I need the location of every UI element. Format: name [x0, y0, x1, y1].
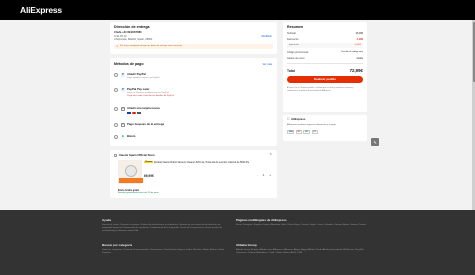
summary-row-label: Impuestos	[289, 44, 300, 46]
card-network-icon	[137, 111, 141, 114]
payment-option-paypal-later[interactable]: P PayPal Pay Later Paga en 3 plazos sin …	[110, 86, 277, 100]
payment-option-label: Añadir PayPal	[127, 72, 146, 76]
footer-multilingual-links[interactable]: Rusia, Portugués, España, Francia, Alema…	[236, 224, 366, 227]
summary-row-subtotal: Subtotal 46,99€	[283, 32, 367, 35]
mastercard-icon	[132, 111, 136, 114]
pci-badge-icon: PCI	[311, 129, 318, 134]
summary-title: Resumen	[287, 25, 304, 29]
payment-title: Métodos de pago	[114, 62, 144, 66]
warning-icon: ⚠	[116, 44, 119, 48]
payment-option-cod[interactable]: € Pago después de la entrega	[110, 121, 277, 131]
payment-option-paypal[interactable]: P Añadir PayPal Pago rápido y seguro con…	[110, 71, 277, 81]
radio-button[interactable]	[114, 123, 118, 127]
delivery-card: Dirección de entrega Chufa +34 094245788…	[110, 22, 277, 54]
edit-address-link[interactable]: Modificar	[261, 35, 272, 38]
terms-note: Al hacer clic en 'Realizar pedido', conf…	[287, 87, 354, 92]
store-name[interactable]: Xiaomi Spain Official Store	[119, 153, 155, 157]
total-value: 72,99€	[349, 68, 363, 73]
card-brand-logos	[127, 111, 141, 114]
visa-icon	[127, 111, 131, 114]
trust-card: ⛉ AliExpress AliExpress mantiene segura …	[283, 115, 367, 141]
ssl-badge-icon: SSL	[303, 129, 311, 134]
mastercard-badge-icon: MC	[295, 129, 302, 134]
footer-browse-links[interactable]: Todas las categorías, Productos Promocio…	[102, 249, 230, 255]
scrollbar-thumb[interactable]	[472, 22, 475, 82]
checkbox[interactable]	[114, 153, 117, 157]
payment-card: Métodos de pago Ver más P Añadir PayPal …	[110, 58, 277, 146]
summary-total: Total 72,99€	[283, 68, 367, 74]
card-icon: ▭	[121, 107, 125, 111]
payment-option-label: Bizum	[127, 134, 136, 139]
product-image[interactable]	[118, 160, 143, 184]
qty-value[interactable]: 1	[263, 173, 265, 177]
payment-option-bizum[interactable]: b Bizum	[110, 133, 277, 143]
payment-option-sub2: Paga más tarde Consulta los detalles de …	[127, 95, 174, 97]
paypal-icon: P	[121, 72, 125, 77]
choice-badge: Choice	[144, 160, 154, 164]
payment-option-label: Pago después de la entrega	[127, 122, 164, 127]
promo-code-input[interactable]: Escribe el código aquí	[341, 51, 363, 54]
summary-row-tax: Impuestos +0,00€	[283, 44, 367, 47]
summary-row-value: +0,00€	[354, 44, 361, 46]
robot-vacuum-icon	[125, 165, 137, 177]
footer-multilingual-title: Páginas multilingües de AliExpress	[236, 218, 287, 222]
summary-row-label: Código promocional	[287, 51, 309, 54]
payment-option-sub: Pago rápido y seguro con PayPal	[127, 77, 160, 79]
payment-option-label: PayPal Pay Later	[127, 87, 150, 91]
visa-badge-icon: VISA	[287, 129, 295, 134]
address-warning-text: Por favor, asegúrate de que los datos de…	[119, 45, 183, 48]
radio-button[interactable]	[114, 73, 118, 77]
note-icon[interactable]: ✎	[269, 152, 272, 157]
summary-row-label: Descuento	[287, 38, 299, 41]
product-title[interactable]: [Gratis] Xiaomi Robot Vacuum Cleaner Z20…	[154, 161, 269, 164]
trust-title: AliExpress	[291, 117, 306, 122]
promo-strip	[119, 178, 143, 183]
shield-icon: ⛉	[287, 117, 290, 121]
trust-text: AliExpress mantiene segura tu informació…	[287, 124, 336, 126]
radio-button[interactable]	[114, 88, 118, 92]
trust-badges: VISA MC SSL PCI	[287, 129, 318, 134]
footer-group-links[interactable]: Alibaba Group Website, Alibaba.com, AliE…	[236, 249, 366, 255]
place-order-button[interactable]: Realizar pedido	[287, 76, 363, 83]
aliexpress-logo[interactable]: AliExpress	[20, 5, 62, 16]
summary-row-promo[interactable]: Código promocional Escribe el código aqu…	[283, 51, 367, 54]
footer-browse-title: Buscar por categoría	[102, 243, 133, 247]
quantity-stepper: - 1 +	[257, 173, 271, 178]
top-bar: AliExpress	[0, 0, 475, 20]
cod-icon: €	[121, 123, 125, 127]
qty-plus-button[interactable]: +	[269, 173, 271, 178]
store-card: Xiaomi Spain Official Store ✎ Choice [Gr…	[110, 150, 277, 198]
delivery-line2: Chiprocela, Madrid, Spain, 28001	[114, 38, 153, 41]
radio-button[interactable]	[114, 135, 118, 139]
summary-row-label: Gastos de envío	[287, 57, 305, 60]
qty-minus-button[interactable]: -	[257, 173, 258, 178]
payment-option-card[interactable]: ▭ Añadir una tarjeta nueva	[110, 105, 277, 117]
summary-row-value: 46,99€	[355, 32, 363, 35]
summary-row-discount: Descuento -1,99€	[283, 38, 367, 41]
edit-icon: ✎	[373, 139, 377, 145]
delivery-title: Dirección de entrega	[114, 25, 150, 29]
address-warning: ⚠ Por favor, asegúrate de que los datos …	[114, 44, 273, 49]
delivery-estimate: Entrega garantizada antes del 19 de juni…	[118, 191, 159, 194]
bizum-icon: b	[121, 134, 125, 139]
summary-row-value: Gratis	[356, 57, 363, 60]
paypal-later-icon: P	[121, 87, 125, 92]
footer-group-title: Alibaba Group	[236, 243, 257, 247]
radio-button[interactable]	[114, 107, 118, 111]
payment-option-label: Añadir una tarjeta nueva	[127, 106, 160, 110]
footer: Ayuda Servicio al cliente, Disputas e in…	[0, 210, 475, 275]
summary-row-shipping: Gastos de envío Gratis	[283, 57, 367, 60]
summary-row-value: -1,99€	[356, 38, 363, 41]
footer-help-links[interactable]: Servicio al cliente, Disputas e informes…	[102, 224, 230, 233]
product-price: 69,99€	[144, 174, 154, 178]
summary-card: Resumen Subtotal 46,99€ Descuento -1,99€…	[283, 22, 367, 112]
footer-help-title: Ayuda	[102, 218, 112, 222]
feedback-button[interactable]: ✎	[371, 138, 379, 146]
summary-row-label: Subtotal	[287, 32, 296, 35]
total-label: Total	[287, 68, 295, 73]
see-all-payments-link[interactable]: Ver más	[262, 63, 272, 66]
